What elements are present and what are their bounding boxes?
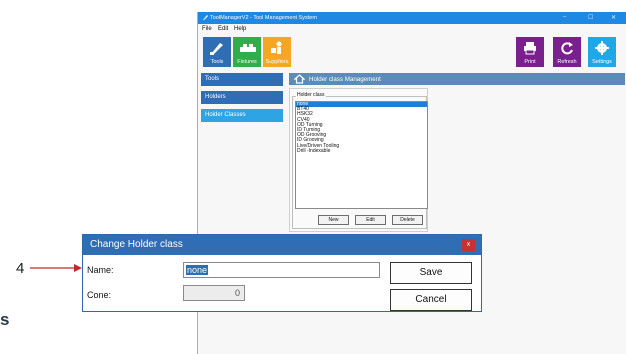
print-tile-label: Print (524, 59, 536, 65)
name-value: none (186, 265, 209, 275)
settings-tile[interactable]: Settings (588, 37, 616, 67)
dialog-title: Change Holder class (90, 239, 183, 250)
print-tile[interactable]: Print (516, 37, 544, 67)
home-icon[interactable] (294, 74, 305, 84)
tools-tile-label: Tools (210, 59, 224, 65)
fixtures-tile[interactable]: Fixtures (233, 37, 261, 67)
menu-bar: File Edit Help (198, 24, 626, 35)
cancel-button[interactable]: Cancel (390, 289, 472, 311)
refresh-tile[interactable]: Refresh (553, 37, 581, 67)
sidebar-item-label: Holders (205, 94, 226, 100)
fixtures-icon (240, 44, 256, 52)
save-button[interactable]: Save (390, 262, 472, 284)
callout-number: 4 (16, 260, 25, 277)
sidebar-item-holders[interactable]: Holders (201, 91, 283, 104)
sidebar-item-tools[interactable]: Tools (201, 73, 283, 86)
delete-button[interactable]: Delete (392, 215, 423, 225)
settings-tile-label: Settings (592, 59, 612, 65)
list-item[interactable]: Drill -Indexable (296, 148, 427, 154)
screenshot: ToolManagerV2 - Tool Management System –… (0, 0, 626, 354)
name-label: Name: (87, 265, 114, 275)
suppliers-tile-label: Suppliers (265, 59, 289, 65)
menu-edit[interactable]: Edit (218, 26, 228, 32)
minimize-button[interactable]: – (563, 14, 566, 20)
content-header: Holder class Management (289, 73, 625, 85)
window-title: ToolManagerV2 - Tool Management System (210, 15, 317, 21)
dialog-close-button[interactable]: x (462, 239, 475, 251)
close-window-button[interactable]: ✕ (611, 14, 616, 21)
sidebar-item-label: Tools (205, 76, 220, 82)
suppliers-tile[interactable]: Suppliers (263, 37, 291, 67)
dialog-title-bar: Change Holder class x (83, 235, 481, 255)
maximize-button[interactable]: ☐ (588, 14, 593, 21)
sidebar-item-label: Holder Classes (205, 112, 246, 118)
cone-input: 0 (183, 285, 245, 301)
suppliers-icon (271, 41, 282, 54)
tools-icon (210, 43, 223, 55)
fixtures-tile-label: Fixtures (237, 59, 257, 65)
callout-arrow-icon (30, 264, 82, 272)
title-bar: ToolManagerV2 - Tool Management System –… (198, 12, 626, 24)
new-button[interactable]: New (318, 215, 349, 225)
refresh-icon (561, 42, 573, 55)
name-input[interactable]: none (183, 262, 380, 278)
menu-file[interactable]: File (202, 26, 212, 32)
page-title: Holder class Management (309, 75, 381, 83)
cone-label: Cone: (87, 290, 112, 300)
sidebar-item-holder-classes[interactable]: Holder Classes (201, 109, 283, 122)
holder-class-group: Holder class none BT40 HSK32 CV40 OD Turning… (292, 92, 428, 229)
refresh-tile-label: Refresh (557, 59, 577, 65)
print-icon (524, 42, 536, 55)
tools-tile[interactable]: Tools (203, 37, 231, 67)
change-holder-class-dialog: Change Holder class x Name: none Cone: 0… (82, 234, 482, 312)
group-label: Holder class (296, 92, 326, 98)
partial-text: s (0, 310, 10, 329)
menu-help[interactable]: Help (234, 26, 246, 32)
holder-class-list[interactable]: none BT40 HSK32 CV40 OD Turning ID Turning OD … (295, 101, 428, 209)
edit-button[interactable]: Edit (355, 215, 386, 225)
holder-class-panel: Holder class none BT40 HSK32 CV40 OD Turning… (289, 88, 428, 232)
gear-icon (595, 41, 609, 55)
app-logo-icon (203, 15, 208, 20)
